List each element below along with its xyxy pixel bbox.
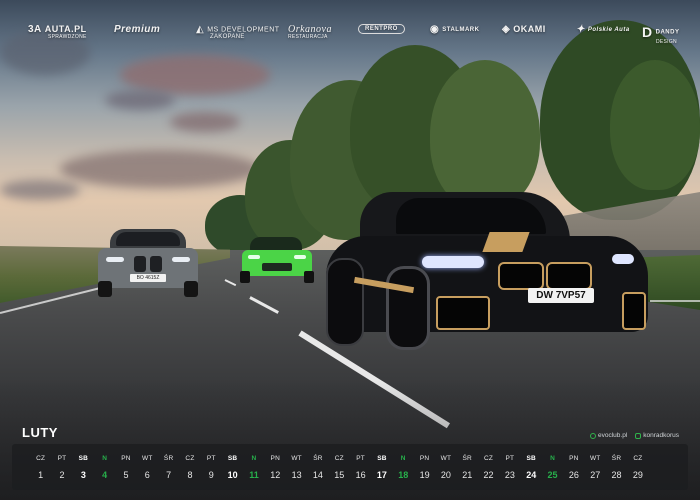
sponsor-logo: Orkanova RESTAURACJA	[288, 24, 332, 40]
weekday-label: ŚR	[313, 455, 323, 462]
weekday-label: CZ	[36, 455, 46, 462]
day-number: 13	[291, 470, 302, 480]
day-number: 22	[483, 470, 494, 480]
sponsor-logo: ✦ Polskie Auta	[576, 24, 630, 35]
day-number: 23	[504, 470, 515, 480]
black-car: DW 7VP57	[326, 192, 648, 350]
road-edge-line	[650, 300, 700, 302]
weekday-label: SB	[377, 455, 387, 462]
day-number: 8	[187, 470, 193, 480]
social-links: evoclub.pl konradkorus	[590, 432, 679, 439]
day-number: 7	[166, 470, 172, 480]
sponsor-logo: 3A AUTA.PL SPRAWDZONE	[28, 24, 87, 41]
tree	[610, 60, 700, 190]
day-number: 14	[312, 470, 323, 480]
sponsor-logo: Premium	[114, 24, 161, 35]
calendar-grid	[12, 444, 688, 490]
green-car	[240, 237, 314, 283]
day-number: 21	[462, 470, 473, 480]
day-number: 26	[568, 470, 579, 480]
day-number: 10	[227, 470, 238, 480]
weekday-label: PN	[569, 455, 579, 462]
sponsor-logo: ◉ STALMARK	[430, 24, 480, 35]
weekday-label: CZ	[633, 455, 643, 462]
weekday-label: WT	[589, 455, 601, 462]
weekday-label: PN	[270, 455, 280, 462]
weekday-label: PT	[206, 455, 216, 462]
instagram-icon	[635, 432, 642, 439]
day-number: 12	[270, 470, 281, 480]
day-number: 27	[590, 470, 601, 480]
day-number: 18	[398, 470, 409, 480]
weekday-label: WT	[142, 455, 153, 462]
day-number: 24	[526, 470, 537, 480]
day-number: 9	[208, 470, 214, 480]
social-website[interactable]: evoclub.pl	[590, 432, 627, 439]
day-number: 5	[123, 470, 129, 480]
day-number: 20	[440, 470, 451, 480]
day-number: 6	[144, 470, 150, 480]
weekday-label: ŚR	[163, 455, 174, 462]
day-number: 17	[376, 470, 387, 480]
tree	[430, 60, 540, 210]
license-plate: BO 4615Z	[130, 274, 166, 282]
weekday-label: PT	[57, 455, 67, 462]
day-number: 19	[419, 470, 430, 480]
weekday-label: CZ	[334, 455, 344, 462]
cloud	[120, 55, 270, 95]
cloud	[0, 180, 80, 200]
weekday-label: N	[251, 455, 257, 462]
weekday-label: WT	[440, 455, 452, 462]
day-number: 2	[59, 470, 65, 480]
cloud	[170, 112, 240, 132]
day-number: 29	[632, 470, 643, 480]
cloud	[60, 150, 260, 188]
grey-car: BO 4615Z	[96, 229, 200, 297]
date-row: 1 2 3 4 5 6 7 8 9 10 11 12 13 14 15 16 17 18 19 20 21 22 23 24 2…	[30, 470, 670, 480]
weekday-label: N	[400, 455, 406, 462]
weekday-label: CZ	[484, 455, 494, 462]
cloud	[105, 90, 175, 110]
weekday-label: SB	[78, 455, 89, 462]
social-instagram[interactable]: konradkorus	[635, 432, 679, 439]
weekday-row: CZ PT SB N PN WT ŚR CZ PT SB N PN WT ŚR CZ PT SB N PN WT ŚR C…	[30, 455, 670, 462]
sponsor-logo: RENTPRO	[358, 24, 405, 34]
weekday-label: SB	[227, 455, 238, 462]
weekday-label: PN	[121, 455, 131, 462]
day-number: 28	[611, 470, 622, 480]
day-number: 3	[80, 470, 86, 480]
weekday-label: WT	[291, 455, 302, 462]
weekday-label: N	[550, 455, 555, 462]
globe-icon	[590, 432, 596, 439]
month-title: LUTY	[22, 425, 58, 440]
sponsor-logo: D DANDY DESIGN	[642, 24, 680, 45]
license-plate: DW 7VP57	[528, 288, 594, 303]
weekday-label: ŚR	[611, 455, 622, 462]
weekday-label: CZ	[185, 455, 195, 462]
sponsor-logo: ◈ OKAMI	[502, 24, 546, 36]
day-number: 1	[38, 470, 44, 480]
sponsor-bar: 3A AUTA.PL SPRAWDZONE Premium ◭ MS DEVELOP…	[0, 14, 700, 50]
calendar-photo: BO 4615Z DW 7VP57	[0, 0, 700, 500]
weekday-label: PT	[356, 455, 365, 462]
weekday-label: PN	[419, 455, 430, 462]
day-number: 11	[249, 470, 259, 480]
day-number: 16	[355, 470, 366, 480]
weekday-label: N	[102, 455, 108, 462]
sponsor-logo: ◭ MS DEVELOPMENT ZAKOPANE	[196, 24, 280, 40]
weekday-label: PT	[505, 455, 515, 462]
weekday-label: ŚR	[462, 455, 472, 462]
weekday-label: SB	[526, 455, 536, 462]
day-number: 4	[102, 470, 108, 480]
day-number: 25	[547, 470, 558, 480]
day-number: 15	[334, 470, 345, 480]
